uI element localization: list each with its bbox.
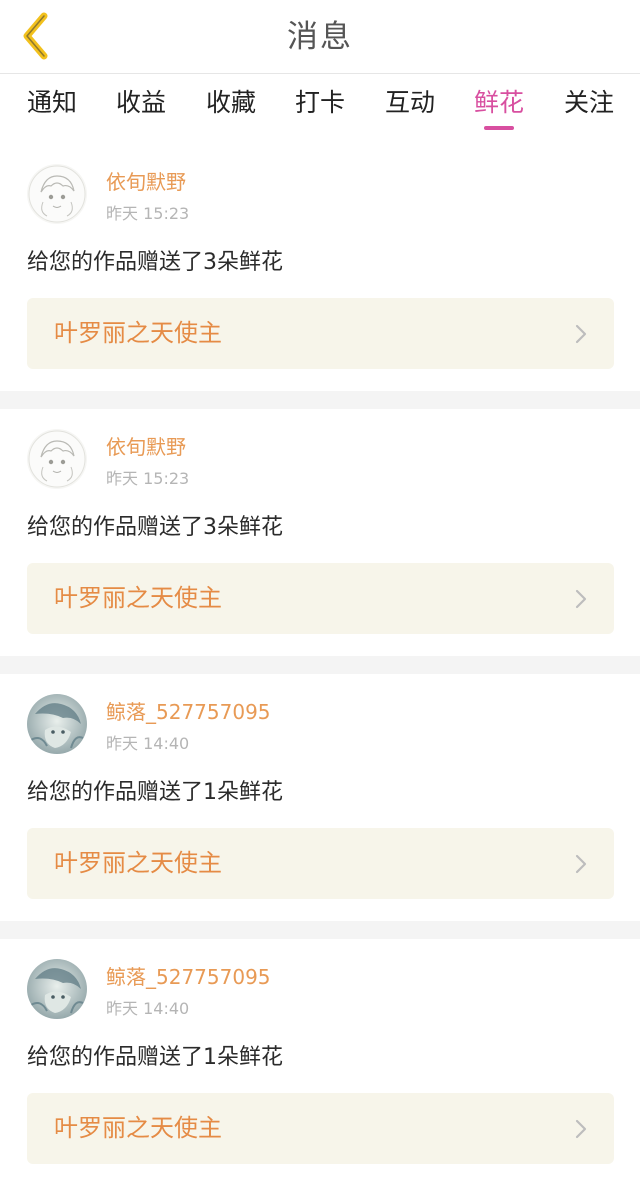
sketch-avatar-icon (27, 164, 87, 224)
timestamp: 昨天 14:40 (106, 734, 190, 753)
message-text: 给您的作品赠送了1朵鲜花 (27, 780, 283, 805)
work-title: 叶罗丽之天使主 (54, 319, 222, 347)
username[interactable]: 依旬默野 (106, 166, 186, 195)
work-link[interactable]: 叶罗丽之天使主 (27, 828, 614, 899)
work-title: 叶罗丽之天使主 (54, 1114, 222, 1142)
message-card: 鲸落_527757095 昨天 14:40 给您的作品赠送了1朵鲜花 叶罗丽之天… (0, 674, 640, 921)
work-title: 叶罗丽之天使主 (54, 849, 222, 877)
username[interactable]: 鲸落_527757095 (106, 696, 271, 725)
timestamp: 昨天 15:23 (106, 204, 190, 223)
work-link[interactable]: 叶罗丽之天使主 (27, 298, 614, 369)
username[interactable]: 鲸落_527757095 (106, 961, 271, 990)
timestamp: 昨天 15:23 (106, 469, 190, 488)
message-text: 给您的作品赠送了3朵鲜花 (27, 250, 283, 275)
chevron-right-icon (575, 1119, 587, 1139)
avatar[interactable] (27, 959, 87, 1019)
tab-bar: 通知 收益 收藏 打卡 互动 鲜花 关注 (0, 74, 640, 144)
avatar[interactable] (27, 429, 87, 489)
tab-label: 收藏 (205, 88, 256, 117)
message-card: 依旬默野 昨天 15:23 给您的作品赠送了3朵鲜花 叶罗丽之天使主 (0, 409, 640, 656)
tab-label: 收益 (115, 88, 166, 117)
blue-avatar-icon (27, 694, 87, 754)
chevron-right-icon (575, 589, 587, 609)
message-card: 依旬默野 昨天 15:23 给您的作品赠送了3朵鲜花 叶罗丽之天使主 (0, 144, 640, 391)
tab-checkin[interactable]: 打卡 (280, 74, 360, 144)
username[interactable]: 依旬默野 (106, 431, 186, 460)
message-text: 给您的作品赠送了3朵鲜花 (27, 515, 283, 540)
tab-following[interactable]: 关注 (549, 74, 629, 144)
work-link[interactable]: 叶罗丽之天使主 (27, 563, 614, 634)
message-list: 依旬默野 昨天 15:23 给您的作品赠送了3朵鲜花 叶罗丽之天使主 依旬默野 … (0, 144, 640, 1186)
chevron-right-icon (575, 324, 587, 344)
chevron-right-icon (575, 854, 587, 874)
sketch-avatar-icon (27, 429, 87, 489)
tab-label: 鲜花 (473, 88, 524, 117)
work-link[interactable]: 叶罗丽之天使主 (27, 1093, 614, 1164)
work-title: 叶罗丽之天使主 (54, 584, 222, 612)
message-text: 给您的作品赠送了1朵鲜花 (27, 1045, 283, 1070)
tab-label: 打卡 (294, 88, 345, 117)
tab-label: 互动 (384, 88, 435, 117)
tab-label: 通知 (26, 88, 77, 117)
avatar[interactable] (27, 694, 87, 754)
active-tab-indicator (484, 126, 514, 130)
page-title: 消息 (287, 19, 353, 55)
top-bar: 消息 (0, 0, 640, 74)
tab-notifications[interactable]: 通知 (12, 74, 92, 144)
timestamp: 昨天 14:40 (106, 999, 190, 1018)
message-card: 鲸落_527757095 昨天 14:40 给您的作品赠送了1朵鲜花 叶罗丽之天… (0, 939, 640, 1186)
tab-flowers[interactable]: 鲜花 (459, 74, 539, 144)
avatar[interactable] (27, 164, 87, 224)
tab-label: 关注 (563, 88, 614, 117)
tab-interaction[interactable]: 互动 (370, 74, 450, 144)
blue-avatar-icon (27, 959, 87, 1019)
tab-favorites[interactable]: 收藏 (191, 74, 271, 144)
tab-earnings[interactable]: 收益 (101, 74, 181, 144)
